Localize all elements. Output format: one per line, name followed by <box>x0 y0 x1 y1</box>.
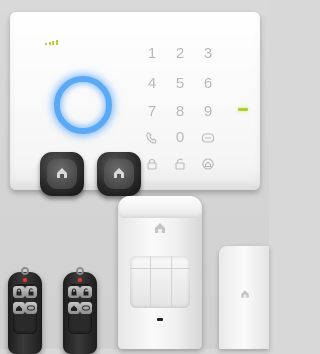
remote-button-sos[interactable] <box>80 302 92 314</box>
house-logo-icon <box>57 168 67 178</box>
remote-button-lock[interactable] <box>13 286 25 298</box>
phone-icon <box>146 132 157 144</box>
pir-indicator <box>157 318 163 321</box>
rfid-tag-right <box>97 152 141 196</box>
sos-icon <box>82 305 90 311</box>
pir-lens <box>130 256 190 308</box>
key-9[interactable]: 9 <box>198 102 218 122</box>
lock-open-icon <box>83 288 89 296</box>
key-home[interactable] <box>198 154 218 174</box>
remote-led <box>78 278 82 282</box>
lock-closed-icon <box>16 288 22 296</box>
key-arm[interactable] <box>142 154 162 174</box>
house-logo-icon <box>241 290 249 298</box>
house-logo-icon <box>155 223 165 233</box>
key-1[interactable]: 1 <box>142 44 162 64</box>
sos-icon <box>201 133 215 143</box>
key-4[interactable]: 4 <box>142 74 162 94</box>
door-sensor <box>219 246 269 349</box>
lock-closed-icon <box>147 158 157 170</box>
keyring-loop <box>21 267 29 275</box>
rfid-tag-left <box>40 152 84 196</box>
home-icon <box>202 158 214 170</box>
remote-button-sos[interactable] <box>25 302 37 314</box>
home-icon <box>16 305 22 311</box>
lock-open-icon <box>175 158 185 170</box>
remote-button-home[interactable] <box>13 302 25 314</box>
key-sos[interactable] <box>198 128 218 148</box>
key-2[interactable]: 2 <box>170 44 190 64</box>
keyring-loop <box>76 267 84 275</box>
key-7[interactable]: 7 <box>142 102 162 122</box>
status-led <box>238 108 248 111</box>
key-phone[interactable] <box>142 128 162 148</box>
home-icon <box>71 305 77 311</box>
remote-button-unlock[interactable] <box>80 286 92 298</box>
key-5[interactable]: 5 <box>170 74 190 94</box>
key-6[interactable]: 6 <box>198 74 218 94</box>
signal-strength-icon <box>45 40 58 45</box>
sos-icon <box>27 305 35 311</box>
pir-motion-sensor <box>118 196 202 349</box>
remote-button-unlock[interactable] <box>25 286 37 298</box>
remote-button-lock[interactable] <box>68 286 80 298</box>
remote-led <box>23 278 27 282</box>
key-0[interactable]: 0 <box>170 128 190 148</box>
remote-control-left <box>8 267 42 354</box>
remote-control-right <box>63 267 97 354</box>
remote-button-home[interactable] <box>68 302 80 314</box>
key-3[interactable]: 3 <box>198 44 218 64</box>
product-scene: 1 2 3 4 5 6 7 8 9 0 <box>0 0 269 354</box>
house-logo-icon <box>114 168 124 178</box>
status-light-ring <box>54 76 112 134</box>
lock-open-icon <box>28 288 34 296</box>
lock-closed-icon <box>71 288 77 296</box>
key-8[interactable]: 8 <box>170 102 190 122</box>
key-disarm[interactable] <box>170 154 190 174</box>
pir-bracket <box>118 196 202 218</box>
